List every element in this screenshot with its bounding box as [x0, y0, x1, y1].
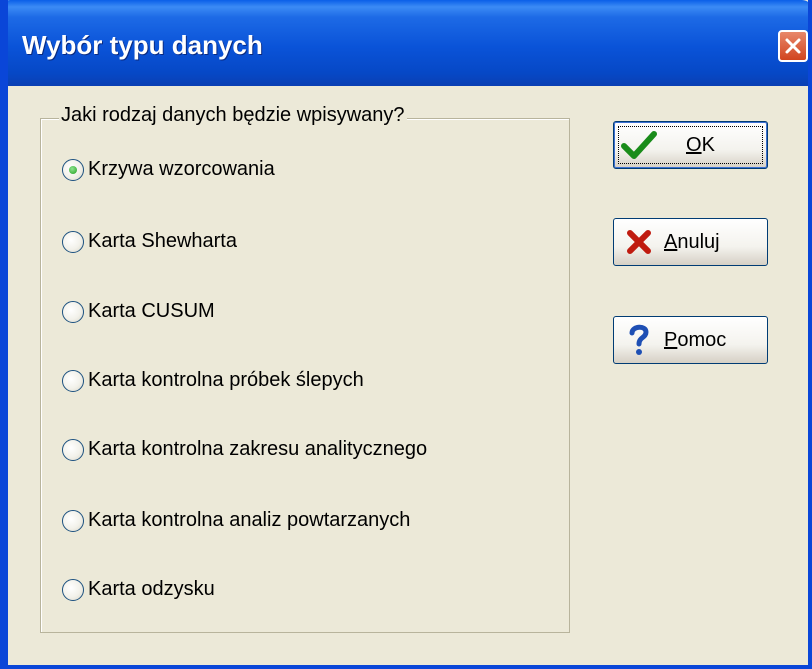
- radio-option-proby-slepe[interactable]: Karta kontrolna próbek ślepych: [62, 369, 364, 392]
- question-icon: [614, 323, 664, 357]
- radio-label: Karta kontrolna analiz powtarzanych: [88, 509, 411, 531]
- title-bar[interactable]: Wybór typu danych: [8, 0, 808, 86]
- close-icon: [785, 38, 801, 54]
- radio-button[interactable]: [62, 300, 84, 323]
- radio-button[interactable]: [62, 369, 84, 392]
- radio-option-krzywa[interactable]: Krzywa wzorcowania: [62, 158, 275, 181]
- radio-label: Karta kontrolna zakresu analitycznego: [88, 438, 428, 460]
- focus-rectangle: [618, 126, 763, 164]
- radio-button[interactable]: [62, 438, 84, 461]
- radio-option-zakres-analityczny[interactable]: Karta kontrolna zakresu analitycznego: [62, 438, 427, 461]
- radio-option-cusum[interactable]: Karta CUSUM: [62, 300, 215, 323]
- window-title: Wybór typu danych: [22, 30, 263, 60]
- ok-button[interactable]: OK: [613, 121, 768, 169]
- radio-button[interactable]: [62, 578, 84, 601]
- cancel-button-label: Anuluj: [664, 230, 720, 253]
- radio-selected-dot: [69, 165, 77, 174]
- radio-label: Karta Shewharta: [88, 230, 237, 252]
- radio-button[interactable]: [62, 230, 84, 253]
- close-button[interactable]: [778, 30, 808, 62]
- cancel-button[interactable]: Anuluj: [613, 218, 768, 266]
- radio-label: Krzywa wzorcowania: [88, 158, 275, 180]
- radio-label: Karta CUSUM: [88, 300, 215, 322]
- radio-label: Karta kontrolna próbek ślepych: [88, 369, 364, 391]
- help-button[interactable]: Pomoc: [613, 316, 768, 364]
- x-icon: [614, 229, 664, 255]
- radio-button[interactable]: [62, 158, 84, 181]
- groupbox-legend: Jaki rodzaj danych będzie wpisywany?: [59, 104, 407, 127]
- help-button-label: Pomoc: [664, 328, 727, 351]
- radio-option-odzysk[interactable]: Karta odzysku: [62, 578, 215, 601]
- radio-option-shewhart[interactable]: Karta Shewharta: [62, 230, 237, 253]
- radio-button[interactable]: [62, 509, 84, 532]
- radio-option-analizy-powtarzane[interactable]: Karta kontrolna analiz powtarzanych: [62, 509, 410, 532]
- radio-label: Karta odzysku: [88, 578, 215, 600]
